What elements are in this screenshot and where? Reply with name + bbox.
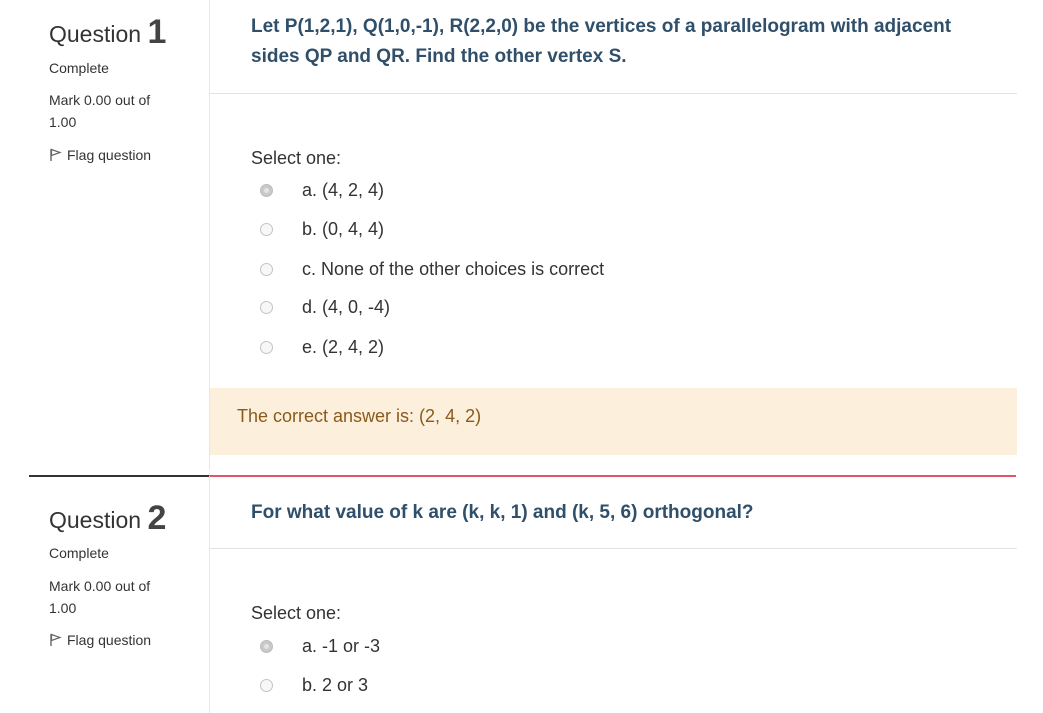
answer-option-label: e. (2, 4, 2) — [302, 337, 385, 357]
flag-icon — [50, 148, 62, 161]
radio-button[interactable] — [260, 223, 273, 236]
flag-question-label: Flag question — [67, 632, 152, 648]
answer-option-d[interactable]: d. (4, 0, -4) — [260, 297, 760, 323]
divider — [210, 93, 1017, 94]
question-number: Question 2 — [49, 498, 166, 537]
question-grade: Mark 0.00 out of 1.00 — [49, 92, 151, 130]
answer-option-b[interactable]: b. 2 or 3 — [260, 675, 760, 701]
flag-icon — [50, 633, 62, 646]
question-label: Question — [49, 21, 142, 47]
radio-button[interactable] — [260, 184, 273, 197]
answer-option-c[interactable]: c. None of the other choices is correct — [260, 259, 760, 285]
flag-question-label: Flag question — [67, 147, 152, 163]
answer-option-e[interactable]: e. (2, 4, 2) — [260, 337, 760, 363]
radio-button[interactable] — [260, 640, 273, 653]
answer-option-label: a. (4, 2, 4) — [302, 180, 385, 200]
answer-option-label: b. (0, 4, 4) — [302, 219, 385, 239]
correct-answer-feedback: The correct answer is: (2, 4, 2) — [210, 388, 1017, 455]
flag-question-link[interactable]: Flag question — [49, 147, 151, 163]
radio-button[interactable] — [260, 341, 273, 354]
radio-button[interactable] — [260, 263, 273, 276]
question-number-value: 1 — [147, 13, 167, 51]
question-text: For what value of k are (k, k, 1) and (k… — [251, 502, 754, 523]
question-text: Let P(1,2,1), Q(1,0,-1), R(2,2,0) be the… — [251, 16, 952, 67]
select-one-prompt: Select one: — [251, 148, 342, 168]
question-content: For what value of k are (k, k, 1) and (k… — [209, 476, 1017, 713]
radio-button[interactable] — [260, 301, 273, 314]
question-number: Question 1 — [49, 12, 166, 51]
question-number-value: 2 — [147, 499, 167, 537]
question-1: Question 1 Complete Mark 0.00 out of 1.0… — [0, 0, 1043, 470]
answer-option-label: c. None of the other choices is correct — [302, 259, 605, 279]
feedback-text: The correct answer is: (2, 4, 2) — [237, 406, 482, 426]
question-label: Question — [49, 507, 142, 533]
question-grade: Mark 0.00 out of 1.00 — [49, 578, 151, 616]
answer-option-a[interactable]: a. -1 or -3 — [260, 636, 760, 662]
question-state: Complete — [49, 60, 109, 76]
radio-button[interactable] — [260, 679, 273, 692]
answer-option-label: a. -1 or -3 — [302, 636, 381, 656]
select-one-prompt: Select one: — [251, 603, 342, 623]
divider — [210, 548, 1017, 549]
answer-option-label: d. (4, 0, -4) — [302, 297, 391, 317]
question-content: Let P(1,2,1), Q(1,0,-1), R(2,2,0) be the… — [209, 0, 1017, 470]
answer-option-a[interactable]: a. (4, 2, 4) — [260, 180, 760, 206]
question-state: Complete — [49, 545, 109, 561]
flag-question-link[interactable]: Flag question — [49, 632, 151, 648]
answer-option-label: b. 2 or 3 — [302, 675, 369, 695]
answer-option-b[interactable]: b. (0, 4, 4) — [260, 219, 760, 245]
question-2: Question 2 Complete Mark 0.00 out of 1.0… — [0, 476, 1043, 713]
